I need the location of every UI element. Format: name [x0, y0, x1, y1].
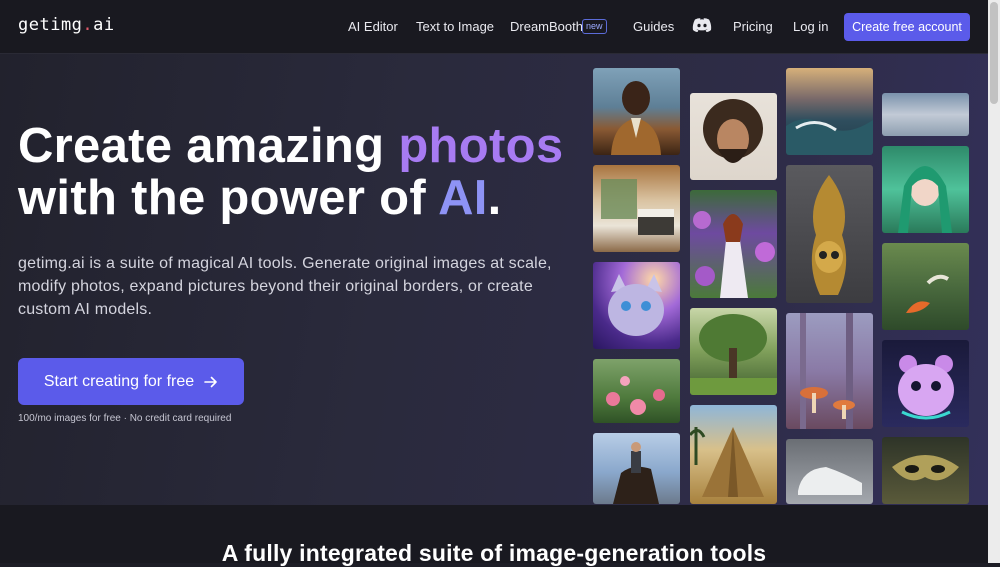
logo[interactable]: getimg.ai — [18, 15, 115, 35]
gallery-image-stormy-sea[interactable] — [786, 68, 873, 155]
gallery-image-mushroom-forest[interactable] — [786, 313, 873, 429]
nav-dreambooth[interactable]: DreamBooth — [510, 19, 583, 34]
gallery-image-curly-man[interactable] — [690, 93, 777, 180]
new-badge: new — [582, 19, 607, 34]
nav-pricing[interactable]: Pricing — [733, 19, 773, 34]
headline-text-1: Create amazing — [18, 119, 399, 173]
gallery-image-clouds[interactable] — [882, 93, 969, 136]
headline-accent: photos — [398, 119, 564, 173]
gallery-image-golden-skull[interactable] — [786, 165, 873, 303]
headline-accent-ai: AI — [438, 171, 488, 225]
gallery-image-anime-girl[interactable] — [882, 146, 969, 233]
gallery-image-mask[interactable] — [882, 437, 969, 504]
nav-login[interactable]: Log in — [793, 19, 828, 34]
gallery-image-portrait-man[interactable] — [593, 68, 680, 155]
logo-prefix: getimg — [18, 15, 83, 35]
gallery-image-bedroom[interactable] — [593, 165, 680, 252]
gallery-image-rider[interactable] — [593, 433, 680, 504]
gallery-image-sneaker[interactable] — [786, 439, 873, 504]
start-creating-label: Start creating for free — [43, 372, 195, 390]
scrollbar-thumb[interactable] — [990, 2, 998, 104]
arrow-right-icon — [204, 376, 217, 387]
logo-suffix: ai — [93, 15, 115, 35]
hero-description: getimg.ai is a suite of magical AI tools… — [18, 255, 552, 318]
gallery-image-fairy-woman[interactable] — [690, 190, 777, 298]
headline-text-2: with the power of — [18, 171, 439, 225]
start-creating-button[interactable]: Start creating for free — [18, 358, 244, 405]
logo-dot: . — [82, 15, 94, 35]
nav-guides[interactable]: Guides — [633, 19, 674, 34]
gallery-image-pyramid[interactable] — [690, 405, 777, 504]
headline-period: . — [487, 171, 502, 225]
gallery-image-koi-pond[interactable] — [882, 243, 969, 330]
gallery-image-hamster[interactable] — [882, 340, 969, 427]
hero-headline: Create amazing photos with the power of … — [18, 120, 563, 224]
nav-ai-editor[interactable]: AI Editor — [348, 19, 398, 34]
free-note: 100/mo images for free · No credit card … — [18, 413, 232, 424]
gallery-image-roses[interactable] — [593, 359, 680, 423]
create-account-button[interactable]: Create free account — [844, 13, 970, 41]
discord-icon[interactable] — [692, 17, 712, 33]
gallery-image-tree[interactable] — [690, 308, 777, 395]
top-nav: getimg.ai AI Editor Text to Image DreamB… — [0, 0, 988, 54]
nav-text-to-image[interactable]: Text to Image — [416, 19, 494, 34]
gallery-image-cat[interactable] — [593, 262, 680, 349]
